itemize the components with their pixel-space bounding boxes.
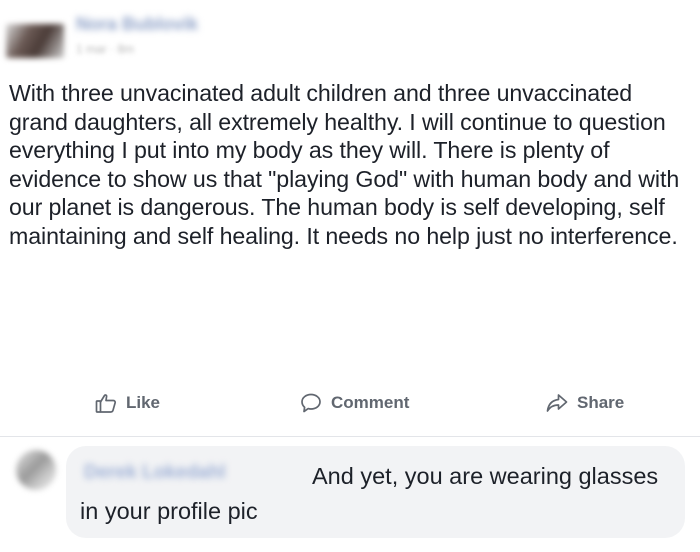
- comment-bubble: Derek Lokedahl And yet, you are wearing …: [66, 446, 685, 538]
- post-author-name-text[interactable]: Nora Bublovik: [76, 14, 198, 35]
- like-label: Like: [126, 393, 161, 412]
- thumbs-up-icon: [95, 394, 117, 413]
- share-button[interactable]: Share: [545, 390, 624, 416]
- post-author-name[interactable]: Nora Bublovik: [76, 14, 276, 34]
- like-button[interactable]: Like: [94, 390, 160, 416]
- share-label: Share: [577, 393, 625, 412]
- share-arrow-icon: [546, 394, 568, 412]
- comment-text: And yet, you are wearing glasses in your…: [80, 463, 659, 524]
- commenter-avatar[interactable]: [16, 450, 56, 490]
- post-body-text: With three unvacinated adult children an…: [9, 80, 680, 249]
- post-author-avatar[interactable]: [6, 24, 64, 58]
- post-timestamp[interactable]: 1 mar · 8m: [76, 42, 134, 56]
- speech-bubble-icon: [301, 393, 321, 413]
- comment-label: Comment: [331, 393, 410, 412]
- comment-button[interactable]: Comment: [299, 390, 409, 416]
- facebook-post: Nora Bublovik 1 mar · 8m With three unva…: [0, 0, 700, 552]
- action-bar-divider: [0, 436, 700, 437]
